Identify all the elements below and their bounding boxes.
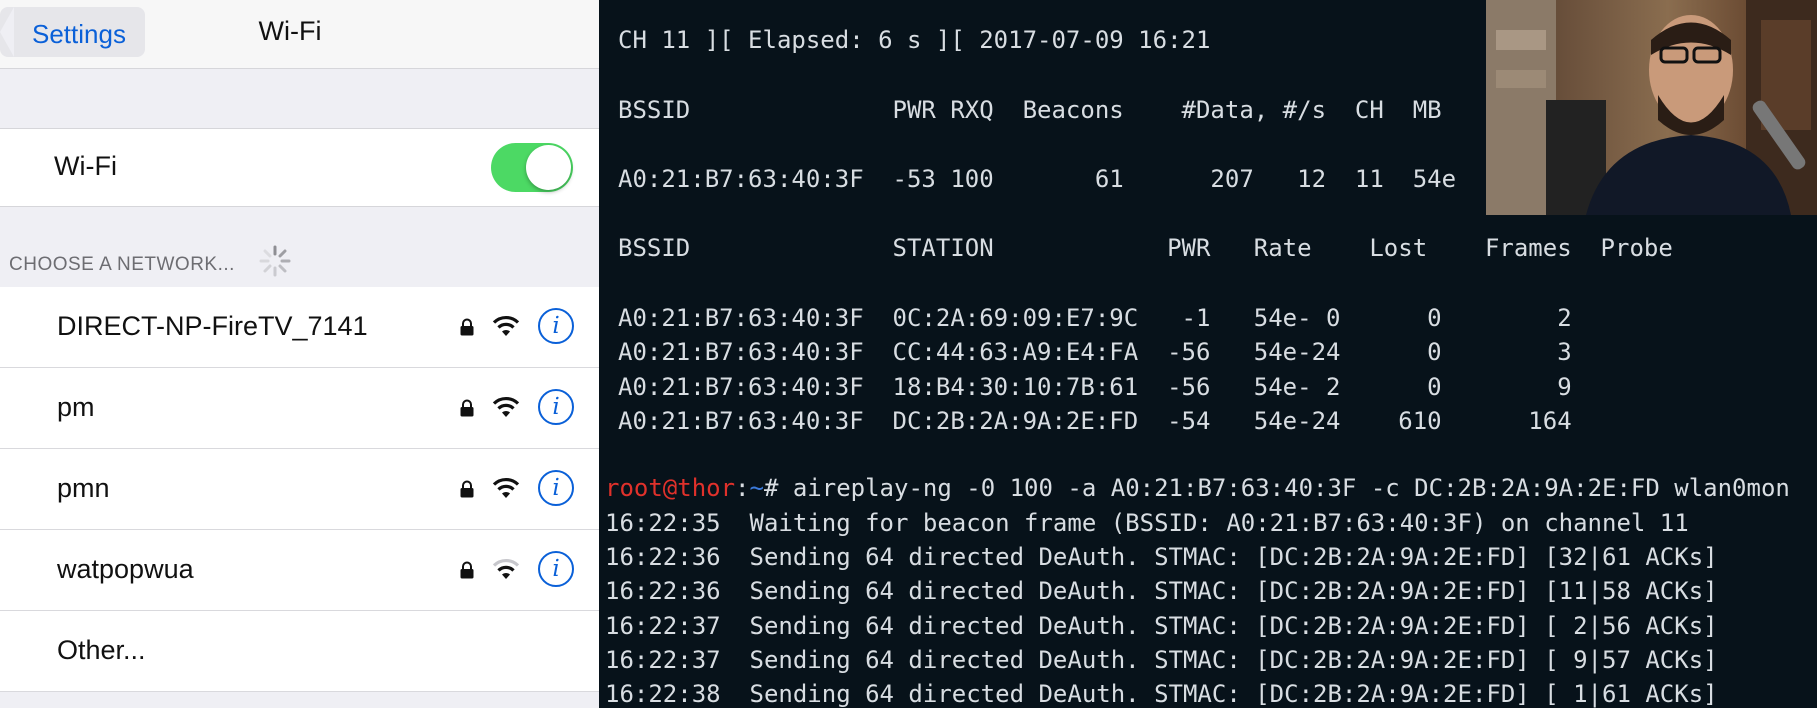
back-button-label: Settings — [32, 19, 126, 49]
lock-icon — [460, 480, 474, 498]
airodump-status-line: CH 11 ][ Elapsed: 6 s ][ 2017-07-09 16:2… — [618, 26, 1211, 54]
list-bottom-spacer — [0, 695, 599, 708]
navigation-bar: Settings Wi-Fi — [0, 0, 599, 69]
output-line: 16:22:35 Waiting for beacon frame (BSSID… — [605, 509, 1689, 537]
prompt-symbol: # — [763, 474, 793, 502]
lock-icon — [460, 561, 474, 579]
wifi-signal-full-icon — [492, 396, 520, 417]
loading-spinner-icon — [259, 245, 291, 277]
wifi-signal-full-icon — [492, 315, 520, 336]
command-line: root@thor:~# aireplay-ng -0 100 -a A0:21… — [605, 474, 1790, 502]
lock-icon — [460, 399, 474, 417]
output-line: 16:22:36 Sending 64 directed DeAuth. STM… — [605, 543, 1718, 571]
output-line: 16:22:38 Sending 64 directed DeAuth. STM… — [605, 680, 1718, 708]
wifi-label: Wi-Fi — [54, 151, 117, 181]
ios-settings-panel: Settings Wi-Fi Wi-Fi CHOOSE A NETWORK...… — [0, 0, 599, 708]
page-title: Wi-Fi — [258, 16, 322, 46]
presenter-image — [1486, 0, 1817, 215]
network-list: DIRECT-NP-FireTV_7141 i pm i pmn i watpo… — [0, 287, 599, 692]
output-line: 16:22:37 Sending 64 directed DeAuth. STM… — [605, 612, 1718, 640]
station-table-row: A0:21:B7:63:40:3F 18:B4:30:10:7B:61 -56 … — [618, 373, 1572, 401]
network-row[interactable]: pm i — [0, 368, 599, 449]
output-line: 16:22:36 Sending 64 directed DeAuth. STM… — [605, 577, 1718, 605]
prompt-path: ~ — [749, 474, 764, 502]
station-table-row: A0:21:B7:63:40:3F DC:2B:2A:9A:2E:FD -54 … — [618, 407, 1572, 435]
info-button[interactable]: i — [538, 308, 574, 344]
network-name: pmn — [57, 473, 110, 503]
info-button[interactable]: i — [538, 389, 574, 425]
section-header: CHOOSE A NETWORK... — [9, 254, 235, 275]
network-row[interactable]: pmn i — [0, 449, 599, 530]
ap-table-row: A0:21:B7:63:40:3F -53 100 61 207 12 11 5… — [618, 165, 1457, 193]
info-button[interactable]: i — [538, 470, 574, 506]
prompt-separator: : — [735, 474, 750, 502]
wifi-signal-weak-icon — [492, 558, 520, 579]
station-table-row: A0:21:B7:63:40:3F CC:44:63:A9:E4:FA -56 … — [618, 338, 1572, 366]
toggle-knob — [526, 145, 571, 190]
wifi-toggle-row: Wi-Fi — [0, 128, 599, 207]
network-name: DIRECT-NP-FireTV_7141 — [57, 311, 368, 341]
network-name: watpopwua — [57, 554, 194, 584]
back-button[interactable]: Settings — [0, 7, 145, 57]
command-text: aireplay-ng -0 100 -a A0:21:B7:63:40:3F … — [792, 474, 1790, 502]
info-button[interactable]: i — [538, 551, 574, 587]
prompt-user: root@thor — [605, 474, 736, 502]
ap-table-header: BSSID PWR RXQ Beacons #Data, #/s CH MB — [618, 96, 1442, 124]
wifi-toggle-switch[interactable] — [491, 143, 573, 192]
presenter-webcam-video — [1486, 0, 1817, 215]
network-name: pm — [57, 392, 95, 422]
back-chevron-icon — [0, 7, 14, 57]
wifi-signal-full-icon — [492, 477, 520, 498]
lock-icon — [460, 318, 474, 336]
other-network-label: Other... — [57, 635, 146, 665]
network-row[interactable]: DIRECT-NP-FireTV_7141 i — [0, 287, 599, 368]
network-row[interactable]: watpopwua i — [0, 530, 599, 611]
other-network-row[interactable]: Other... — [0, 611, 599, 692]
station-table-header: BSSID STATION PWR Rate Lost Frames Probe — [618, 234, 1673, 262]
output-line: 16:22:37 Sending 64 directed DeAuth. STM… — [605, 646, 1718, 674]
station-table-row: A0:21:B7:63:40:3F 0C:2A:69:09:E7:9C -1 5… — [618, 304, 1572, 332]
